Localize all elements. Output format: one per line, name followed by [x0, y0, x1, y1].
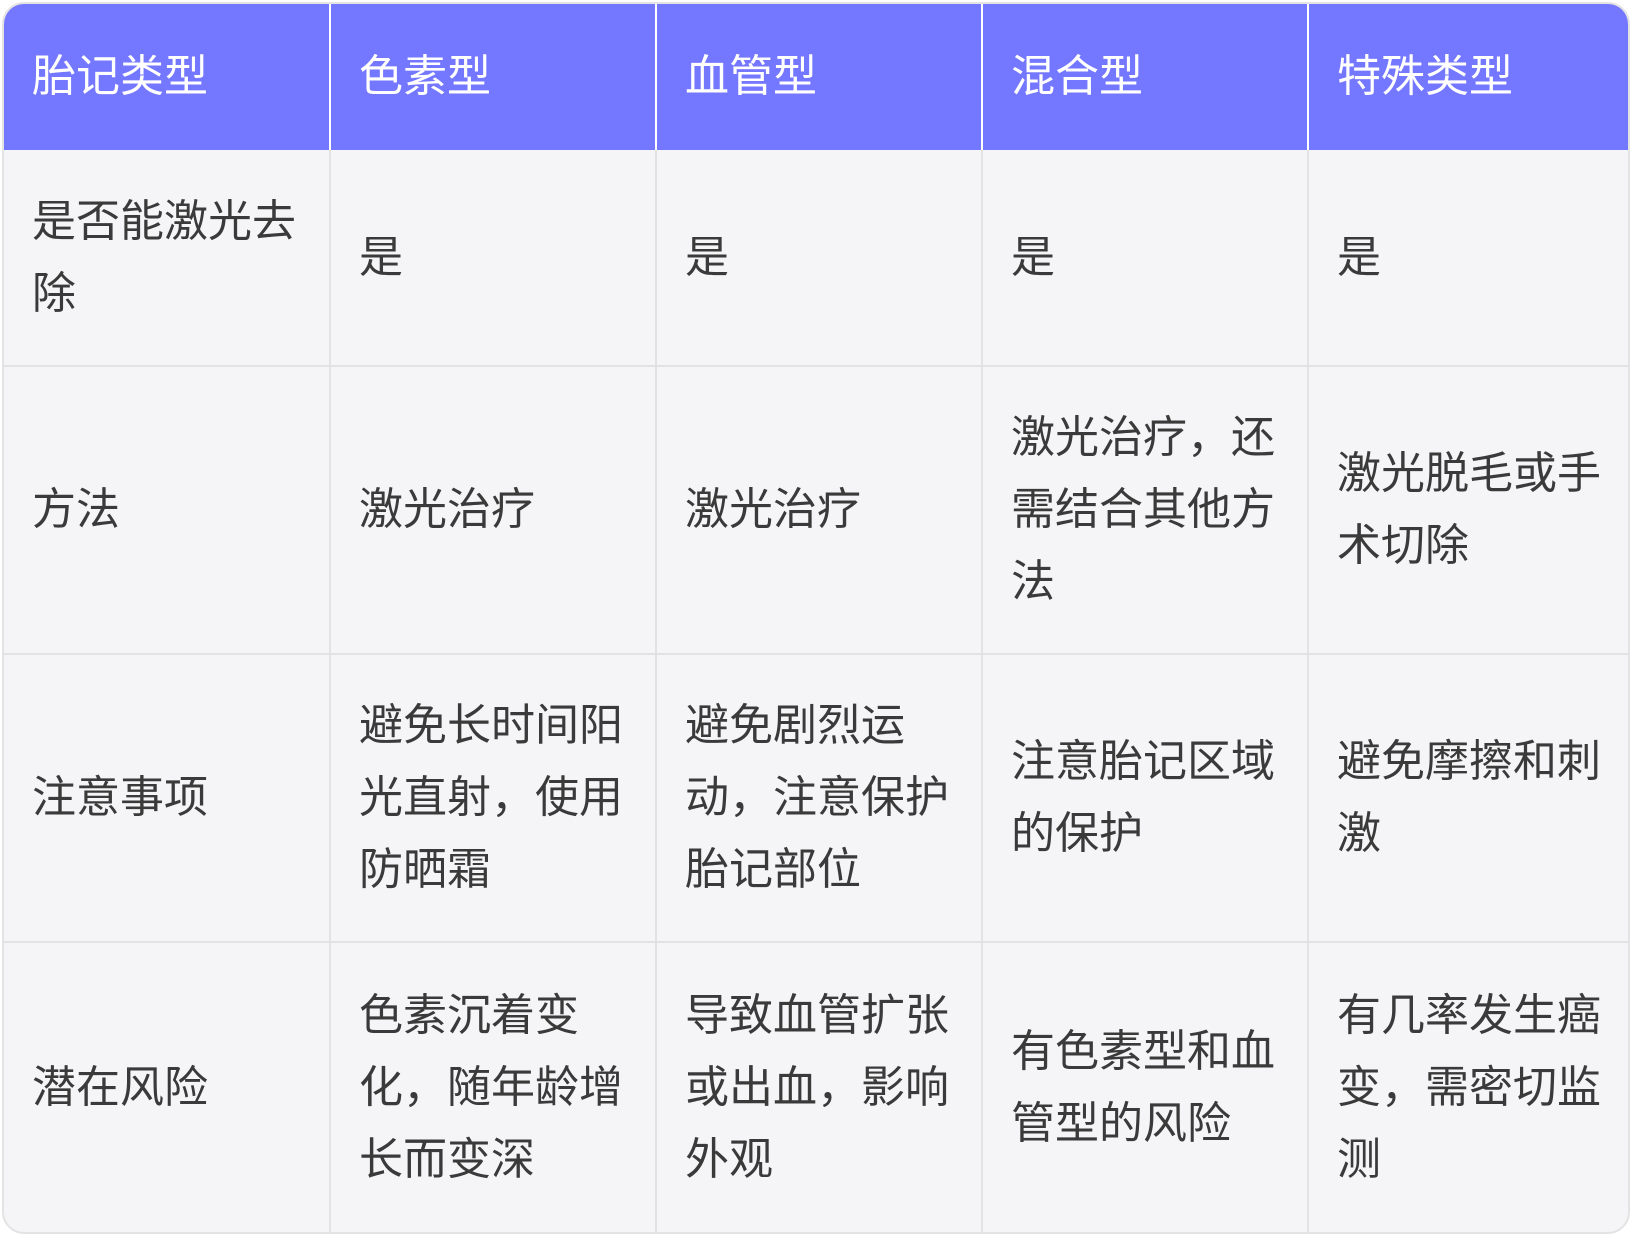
table-header-row: 胎记类型 色素型 血管型 混合型 特殊类型 — [4, 4, 1628, 150]
header-cell-vascular: 血管型 — [656, 4, 983, 150]
table-cell: 避免摩擦和刺激 — [1308, 653, 1628, 942]
table-cell: 是 — [982, 150, 1309, 366]
table-cell: 避免剧烈运动，注意保护胎记部位 — [656, 653, 983, 942]
table-row: 注意事项 避免长时间阳光直射，使用防晒霜 避免剧烈运动，注意保护胎记部位 注意胎… — [4, 653, 1628, 942]
row-label-cell: 潜在风险 — [4, 941, 331, 1232]
table-cell: 激光治疗 — [656, 365, 983, 654]
birthmark-comparison-table: 胎记类型 色素型 血管型 混合型 特殊类型 是否能激光去除 是 是 是 是 方法… — [4, 4, 1628, 1232]
table-cell: 激光治疗 — [330, 365, 657, 654]
table-cell: 是 — [330, 150, 657, 366]
comparison-table-container: 胎记类型 色素型 血管型 混合型 特殊类型 是否能激光去除 是 是 是 是 方法… — [2, 2, 1630, 1234]
table-cell: 注意胎记区域的保护 — [982, 653, 1309, 942]
table-cell: 激光脱毛或手术切除 — [1308, 365, 1628, 654]
row-label-cell: 注意事项 — [4, 653, 331, 942]
table-cell: 导致血管扩张或出血，影响外观 — [656, 941, 983, 1232]
table-cell: 是 — [656, 150, 983, 366]
table-cell: 有色素型和血管型的风险 — [982, 941, 1309, 1232]
row-label-cell: 方法 — [4, 365, 331, 654]
table-row: 是否能激光去除 是 是 是 是 — [4, 150, 1628, 366]
table-row: 方法 激光治疗 激光治疗 激光治疗，还需结合其他方法 激光脱毛或手术切除 — [4, 365, 1628, 654]
header-cell-pigmented: 色素型 — [330, 4, 657, 150]
table-cell: 是 — [1337, 231, 1381, 283]
header-cell-type: 胎记类型 — [4, 4, 331, 150]
table-cell: 色素沉着变化，随年龄增长而变深 — [330, 941, 657, 1232]
header-cell-mixed: 混合型 — [982, 4, 1309, 150]
table-cell: 避免长时间阳光直射，使用防晒霜 — [330, 653, 657, 942]
table-cell: 有几率发生癌变，需密切监测 — [1308, 941, 1628, 1232]
row-label-cell: 是否能激光去除 — [4, 150, 331, 366]
table-row: 潜在风险 色素沉着变化，随年龄增长而变深 导致血管扩张或出血，影响外观 有色素型… — [4, 941, 1628, 1232]
header-cell-special: 特殊类型 — [1308, 4, 1628, 150]
table-cell: 激光治疗，还需结合其他方法 — [982, 365, 1309, 654]
